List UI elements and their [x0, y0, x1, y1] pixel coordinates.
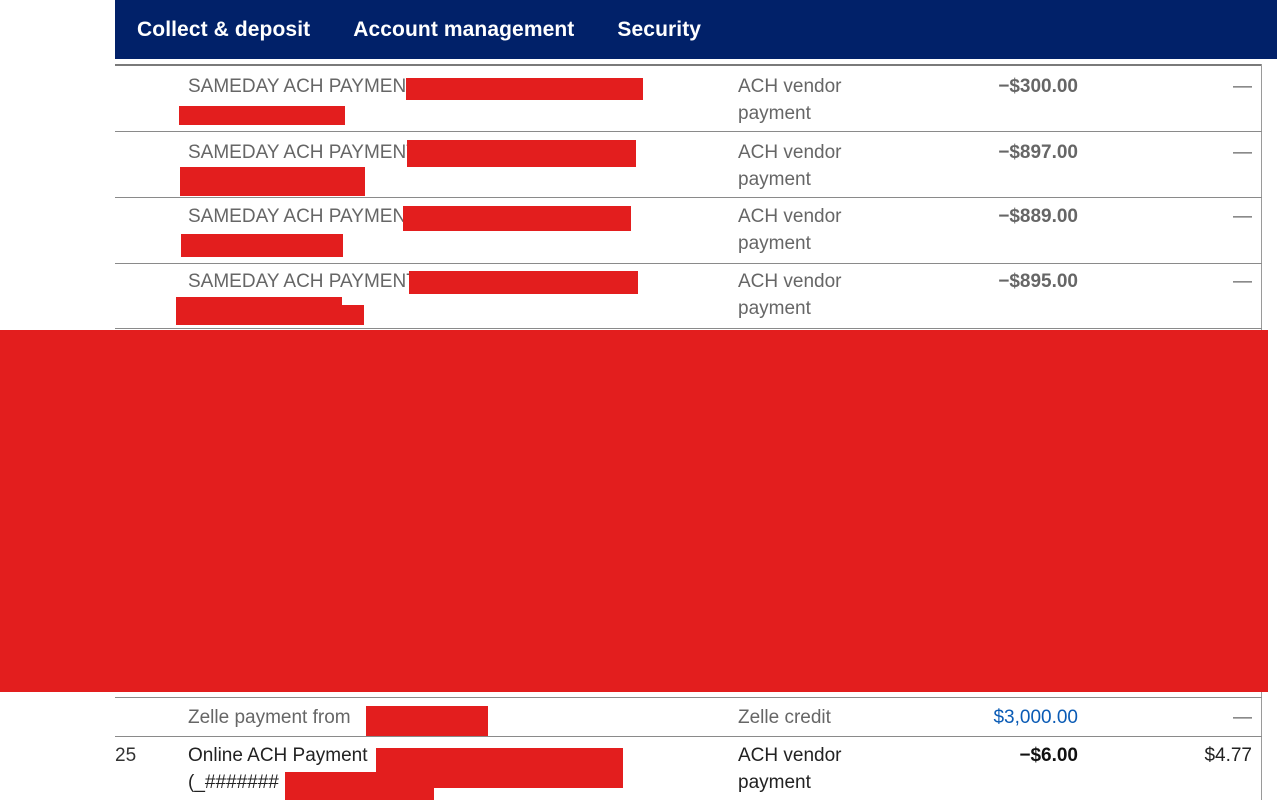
redaction-block — [285, 772, 434, 800]
redaction-block — [407, 140, 636, 167]
redaction-block — [403, 206, 631, 231]
transaction-amount: −$300.00 — [998, 76, 1078, 97]
transaction-description: SAMEDAY ACH PAYMENT — [188, 142, 418, 163]
transaction-type: ACH vendor payment — [738, 206, 842, 254]
redaction-block — [180, 167, 365, 196]
transaction-description: SAMEDAY ACH PAYMENT — [188, 271, 418, 292]
transaction-type: ACH vendor payment — [738, 76, 842, 124]
nav-account-management[interactable]: Account management — [353, 18, 574, 42]
transaction-description-line2: (_####### — [188, 772, 279, 793]
redaction-block — [406, 78, 643, 100]
transaction-amount: $3,000.00 — [993, 707, 1078, 728]
transaction-balance: — — [1233, 271, 1252, 292]
redaction-block-large — [0, 330, 1268, 692]
transaction-amount: −$897.00 — [998, 142, 1078, 163]
transaction-balance: — — [1233, 206, 1252, 227]
transaction-balance: — — [1233, 707, 1252, 728]
transaction-description: SAMEDAY ACH PAYMENT — [188, 206, 418, 227]
transaction-date: 25 — [115, 745, 137, 766]
table-row[interactable]: Zelle payment from Zelle credit $3,000.0… — [115, 697, 1262, 737]
nav-collect-deposit[interactable]: Collect & deposit — [137, 18, 310, 42]
redaction-block — [179, 106, 345, 125]
transaction-type: ACH vendor payment — [738, 271, 842, 319]
transaction-amount: −$895.00 — [998, 271, 1078, 292]
transaction-balance: — — [1233, 142, 1252, 163]
transaction-balance: — — [1233, 76, 1252, 97]
transaction-type: ACH vendor payment — [738, 142, 842, 190]
nav-security[interactable]: Security — [617, 18, 701, 42]
transaction-amount: −$6.00 — [1019, 745, 1078, 766]
transaction-type: Zelle credit — [738, 707, 831, 728]
transaction-description: SAMEDAY ACH PAYMENT — [188, 76, 418, 97]
transaction-balance: $4.77 — [1204, 745, 1252, 766]
redaction-block — [409, 271, 638, 294]
transaction-description: Zelle payment from — [188, 707, 351, 728]
transaction-type: ACH vendor payment — [738, 745, 842, 793]
top-nav: Collect & deposit Account management Sec… — [115, 0, 1277, 59]
transaction-description: Online ACH Payment — [188, 745, 368, 766]
redaction-block — [181, 234, 343, 257]
redaction-block — [366, 706, 488, 736]
redaction-block — [176, 305, 364, 325]
transaction-amount: −$889.00 — [998, 206, 1078, 227]
